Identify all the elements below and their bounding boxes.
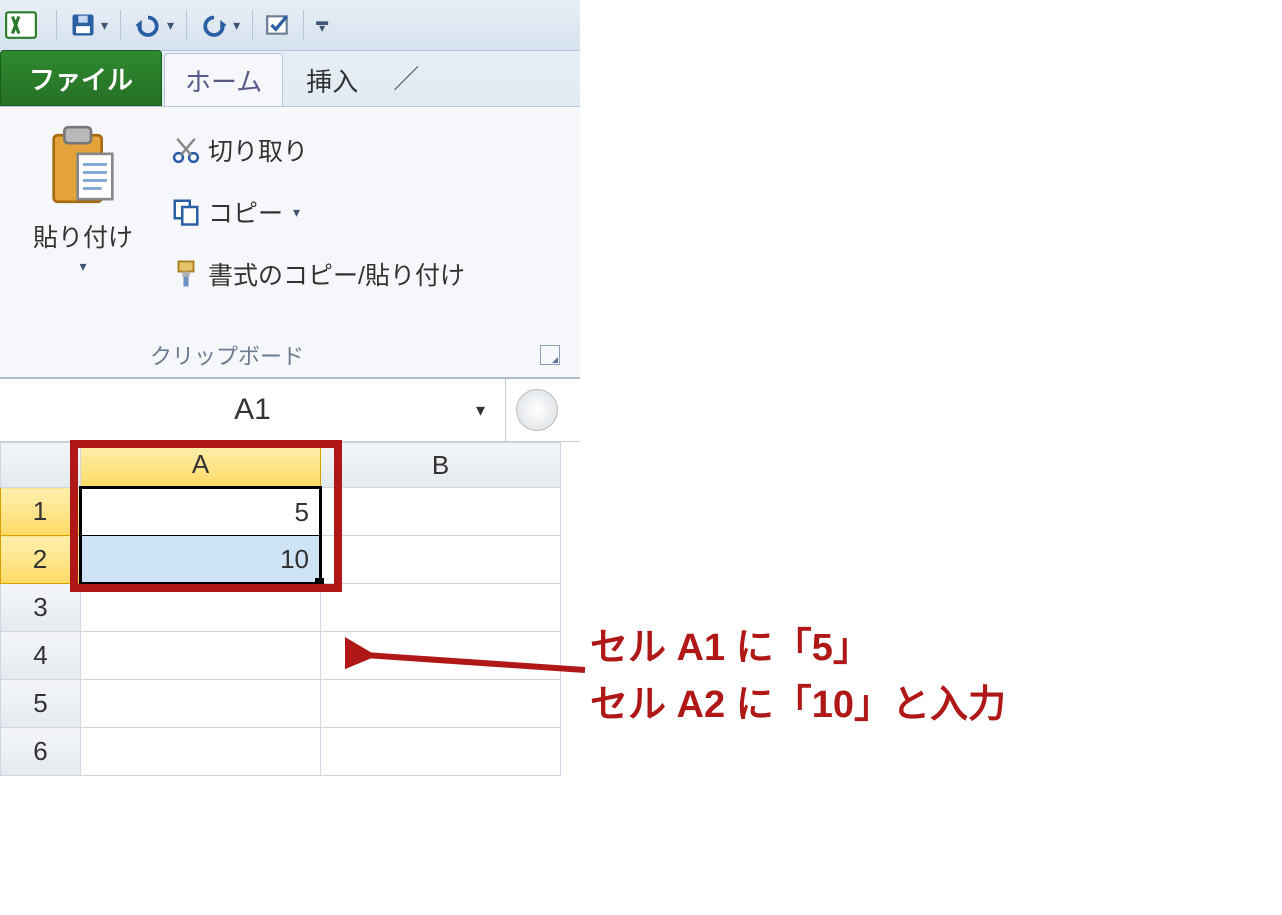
cell-A5[interactable]: [81, 680, 321, 728]
chevron-down-icon: ▾: [167, 18, 174, 32]
cell-A3[interactable]: [81, 584, 321, 632]
tab-insert[interactable]: 挿入: [285, 53, 379, 106]
fill-handle[interactable]: [315, 578, 324, 587]
cell-B4[interactable]: [321, 632, 561, 680]
copy-button[interactable]: コピー ▾: [164, 181, 572, 243]
customize-qat-button[interactable]: ▬▾: [312, 14, 332, 36]
scissors-icon: [164, 135, 208, 165]
copy-icon: [164, 197, 208, 227]
cell-A1[interactable]: 5: [81, 488, 321, 536]
cell-B5[interactable]: [321, 680, 561, 728]
check-button[interactable]: [261, 8, 295, 42]
separator: [120, 10, 121, 40]
chevron-down-icon: ▾: [101, 18, 108, 32]
tab-file[interactable]: ファイル: [0, 50, 162, 106]
column-header-B[interactable]: B: [321, 443, 561, 488]
cell-A2[interactable]: 10: [81, 536, 321, 584]
clipboard-group-label: クリップボード: [150, 339, 304, 371]
customize-icon: ▬▾: [316, 18, 328, 32]
cut-label: 切り取り: [208, 132, 308, 168]
chevron-down-icon[interactable]: ▾: [476, 400, 485, 421]
brush-icon: [164, 259, 208, 289]
redo-icon: [199, 12, 229, 38]
ribbon-tabs: ファイル ホーム 挿入 ／: [0, 51, 580, 107]
checkbox-icon: [265, 12, 291, 38]
name-box-value: A1: [234, 393, 271, 427]
dialog-launcher[interactable]: [540, 345, 560, 365]
cut-button[interactable]: 切り取り: [164, 119, 572, 181]
paste-label: 貼り付け: [33, 218, 133, 254]
fx-button[interactable]: [516, 389, 558, 431]
cell-B2[interactable]: [321, 536, 561, 584]
row-header-2[interactable]: 2: [1, 536, 81, 584]
paste-icon: [43, 121, 123, 216]
tab-home[interactable]: ホーム: [164, 53, 283, 106]
cell-A6[interactable]: [81, 728, 321, 776]
separator: [303, 10, 304, 40]
row-header-6[interactable]: 6: [1, 728, 81, 776]
row-header-4[interactable]: 4: [1, 632, 81, 680]
undo-icon: [133, 12, 163, 38]
select-all-corner[interactable]: [1, 443, 81, 488]
copy-label: コピー: [208, 194, 283, 230]
cell-B6[interactable]: [321, 728, 561, 776]
cell-B1[interactable]: [321, 488, 561, 536]
excel-icon: [4, 8, 38, 42]
chevron-down-icon[interactable]: ▾: [293, 204, 300, 221]
row-header-5[interactable]: 5: [1, 680, 81, 728]
annotation-line1: セル A1 に「5」: [590, 620, 1006, 677]
cell-B3[interactable]: [321, 584, 561, 632]
paste-button[interactable]: 貼り付け ▾: [33, 115, 133, 275]
annotation-line2: セル A2 に「10」と入力: [590, 677, 1006, 734]
save-button[interactable]: ▾: [65, 7, 112, 43]
name-box[interactable]: A1 ▾: [0, 379, 506, 441]
row-header-1[interactable]: 1: [1, 488, 81, 536]
spreadsheet-grid-wrapper: A B 1 5 2 10 3 4: [0, 442, 580, 776]
chevron-down-icon: ▾: [233, 18, 240, 32]
format-painter-label: 書式のコピー/貼り付け: [208, 256, 465, 292]
tab-truncated: ／: [381, 59, 419, 106]
formula-bar-row: A1 ▾: [0, 379, 580, 442]
spreadsheet-grid: A B 1 5 2 10 3 4: [0, 442, 561, 776]
redo-button[interactable]: ▾: [195, 8, 244, 42]
row-header-3[interactable]: 3: [1, 584, 81, 632]
cell-A4[interactable]: [81, 632, 321, 680]
quick-access-toolbar: ▾ ▾ ▾ ▬▾: [0, 0, 580, 51]
separator: [186, 10, 187, 40]
separator: [252, 10, 253, 40]
save-icon: [69, 11, 97, 39]
annotation-text: セル A1 に「5」 セル A2 に「10」と入力: [590, 620, 1006, 734]
separator: [56, 10, 57, 40]
undo-button[interactable]: ▾: [129, 8, 178, 42]
column-header-A[interactable]: A: [81, 443, 321, 488]
ribbon-clipboard-group: 貼り付け ▾ 切り取り: [0, 107, 580, 379]
format-painter-button[interactable]: 書式のコピー/貼り付け: [164, 243, 572, 305]
chevron-down-icon[interactable]: ▾: [79, 258, 86, 275]
